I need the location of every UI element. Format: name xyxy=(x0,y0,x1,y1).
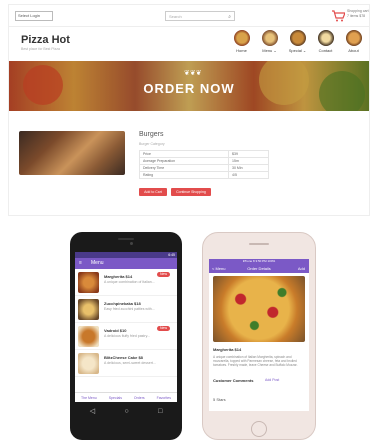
nav-item-home[interactable]: Home xyxy=(231,30,252,53)
recents-icon[interactable]: □ xyxy=(158,408,162,415)
item-desc: A unique combination of Italian... xyxy=(104,280,155,284)
spec-value: 15m xyxy=(228,157,269,165)
about-thumb-icon xyxy=(345,30,362,46)
home-button[interactable] xyxy=(251,421,267,437)
android-phone-mockup: 6:45 ≡ Menu Margherita $14 A unique combi… xyxy=(70,232,182,440)
special-thumb-icon xyxy=(289,30,306,46)
new-badge: New xyxy=(156,272,170,277)
item-desc: Easy fried zucchini patties with... xyxy=(104,307,155,311)
comments-title: Customer Comments xyxy=(213,378,254,383)
site-logo[interactable]: Pizza Hot xyxy=(21,34,70,46)
product-category: Burger Category xyxy=(139,142,165,146)
tab-specials[interactable]: Specials xyxy=(109,393,122,402)
table-row: Price $39 xyxy=(138,150,269,158)
nav-label: Home xyxy=(236,48,247,53)
item-thumbnail xyxy=(78,299,99,320)
contact-thumb-icon xyxy=(317,30,334,46)
spec-value: 30 Min xyxy=(228,164,269,172)
item-name: BlitzCheese Cake $8 xyxy=(104,355,143,360)
nav-item-about[interactable]: About xyxy=(343,30,364,53)
banner-title: ORDER NOW xyxy=(143,81,235,96)
nav-label: Special ⌄ xyxy=(288,48,307,53)
add-post-link[interactable]: Add Post xyxy=(265,378,279,382)
nav-item-contact[interactable]: Contact xyxy=(315,30,336,53)
android-screen: 6:45 ≡ Menu Margherita $14 A unique combi… xyxy=(75,252,177,402)
list-item[interactable]: Margherita $14 A unique combination of I… xyxy=(75,269,177,296)
item-desc: A delicious fluffy fried pastry... xyxy=(104,334,150,338)
product-specs-table: Price $39 Average Preparation 15m Delive… xyxy=(138,150,269,179)
list-item[interactable]: Zucchpinekaka $18 Easy fried zucchini pa… xyxy=(75,296,177,323)
nav-label: Menu ⌄ xyxy=(262,48,277,53)
android-app-bar: ≡ Menu xyxy=(75,258,177,269)
continue-shopping-button[interactable]: Continue Shopping xyxy=(171,188,211,196)
detail-item-name: Margherita $14 xyxy=(213,347,242,352)
spec-value: $39 xyxy=(228,150,269,158)
add-to-cart-button[interactable]: Add to Cart xyxy=(139,188,167,196)
android-tab-bar: The Menu Specials Orders Favorites xyxy=(75,392,177,402)
rating-stars: 5 Stars xyxy=(213,397,226,402)
nav-item-menu[interactable]: Menu ⌄ xyxy=(259,30,280,53)
item-desc: A delicious, semi-sweet dessert... xyxy=(104,361,156,365)
spec-label: Average Preparation xyxy=(138,157,230,165)
tab-orders[interactable]: Orders xyxy=(134,393,145,402)
nav-label: Contact xyxy=(318,48,333,53)
cart-summary[interactable]: Shopping cart 7 items $78 xyxy=(347,9,369,19)
tab-the-menu[interactable]: The Menu xyxy=(81,393,97,402)
search-icon[interactable]: ⌕ xyxy=(228,13,231,21)
item-thumbnail xyxy=(78,353,99,374)
spec-value: 4/5 xyxy=(228,171,269,179)
back-icon[interactable]: ◁ xyxy=(90,407,95,415)
item-name: Vadroid $10 xyxy=(104,328,127,333)
phone-speaker xyxy=(118,238,134,240)
table-row: Delivery Time 30 Min xyxy=(138,164,269,172)
item-thumbnail xyxy=(78,272,99,293)
android-nav-bar: ◁ ○ □ xyxy=(75,404,177,418)
home-icon[interactable]: ○ xyxy=(124,408,128,415)
home-thumb-icon xyxy=(233,30,250,46)
nav-title: Order Details xyxy=(247,266,271,271)
ios-nav-bar: < Menu Order Details Add xyxy=(209,264,309,273)
banner-ornament-icon: ❦❦❦ xyxy=(184,70,202,77)
search-box[interactable]: Search ⌕ xyxy=(165,11,235,21)
main-nav: Home Menu ⌄ Special ⌄ Contact About xyxy=(231,30,364,53)
pizza-image xyxy=(213,276,305,342)
hamburger-menu-icon[interactable]: ≡ xyxy=(79,258,85,269)
spec-label: Delivery Time xyxy=(138,164,230,172)
nav-item-special[interactable]: Special ⌄ xyxy=(287,30,308,53)
detail-item-desc: A unique combination of Italian Margheri… xyxy=(213,355,298,368)
website-topbar: Select Login Search ⌕ Shopping cart 7 it… xyxy=(9,5,369,27)
product-section: Burgers Burger Category Price $39 Averag… xyxy=(9,125,369,215)
iphone-mockup: iPhone 8 3:50 PM 100% < Menu Order Detai… xyxy=(202,232,316,440)
table-row: Average Preparation 15m xyxy=(138,157,269,165)
tab-favorites[interactable]: Favorites xyxy=(157,393,171,402)
search-placeholder: Search xyxy=(169,14,182,19)
list-item[interactable]: Vadroid $10 A delicious fluffy fried pas… xyxy=(75,323,177,350)
menu-thumb-icon xyxy=(261,30,278,46)
order-now-banner[interactable]: ❦❦❦ ORDER NOW xyxy=(9,61,369,111)
table-row: Rating 4/5 xyxy=(138,171,269,179)
cart-icon[interactable] xyxy=(331,9,346,22)
phone-camera-icon xyxy=(130,242,133,245)
new-badge: New xyxy=(156,326,170,331)
website-header: Pizza Hot Best place for Best Pizza Home… xyxy=(9,27,369,61)
iphone-screen: iPhone 8 3:50 PM 100% < Menu Order Detai… xyxy=(209,259,309,411)
login-select[interactable]: Select Login xyxy=(15,11,53,21)
item-thumbnail xyxy=(78,326,99,347)
spec-label: Price xyxy=(138,150,230,158)
product-image xyxy=(19,131,125,175)
cart-line-2: 7 items $78 xyxy=(347,14,366,18)
nav-label: About xyxy=(348,48,359,53)
add-button[interactable]: Add xyxy=(298,264,305,273)
product-name: Burgers xyxy=(139,131,164,138)
list-item[interactable]: BlitzCheese Cake $8 A delicious, semi-sw… xyxy=(75,350,177,377)
item-name: Zucchpinekaka $18 xyxy=(104,301,141,306)
site-tagline: Best place for Best Pizza xyxy=(21,47,60,51)
phone-speaker xyxy=(249,243,269,245)
app-bar-title: Menu xyxy=(91,260,104,266)
item-name: Margherita $14 xyxy=(104,274,133,279)
spec-label: Rating xyxy=(138,171,230,179)
website-mockup: Select Login Search ⌕ Shopping cart 7 it… xyxy=(8,4,370,216)
